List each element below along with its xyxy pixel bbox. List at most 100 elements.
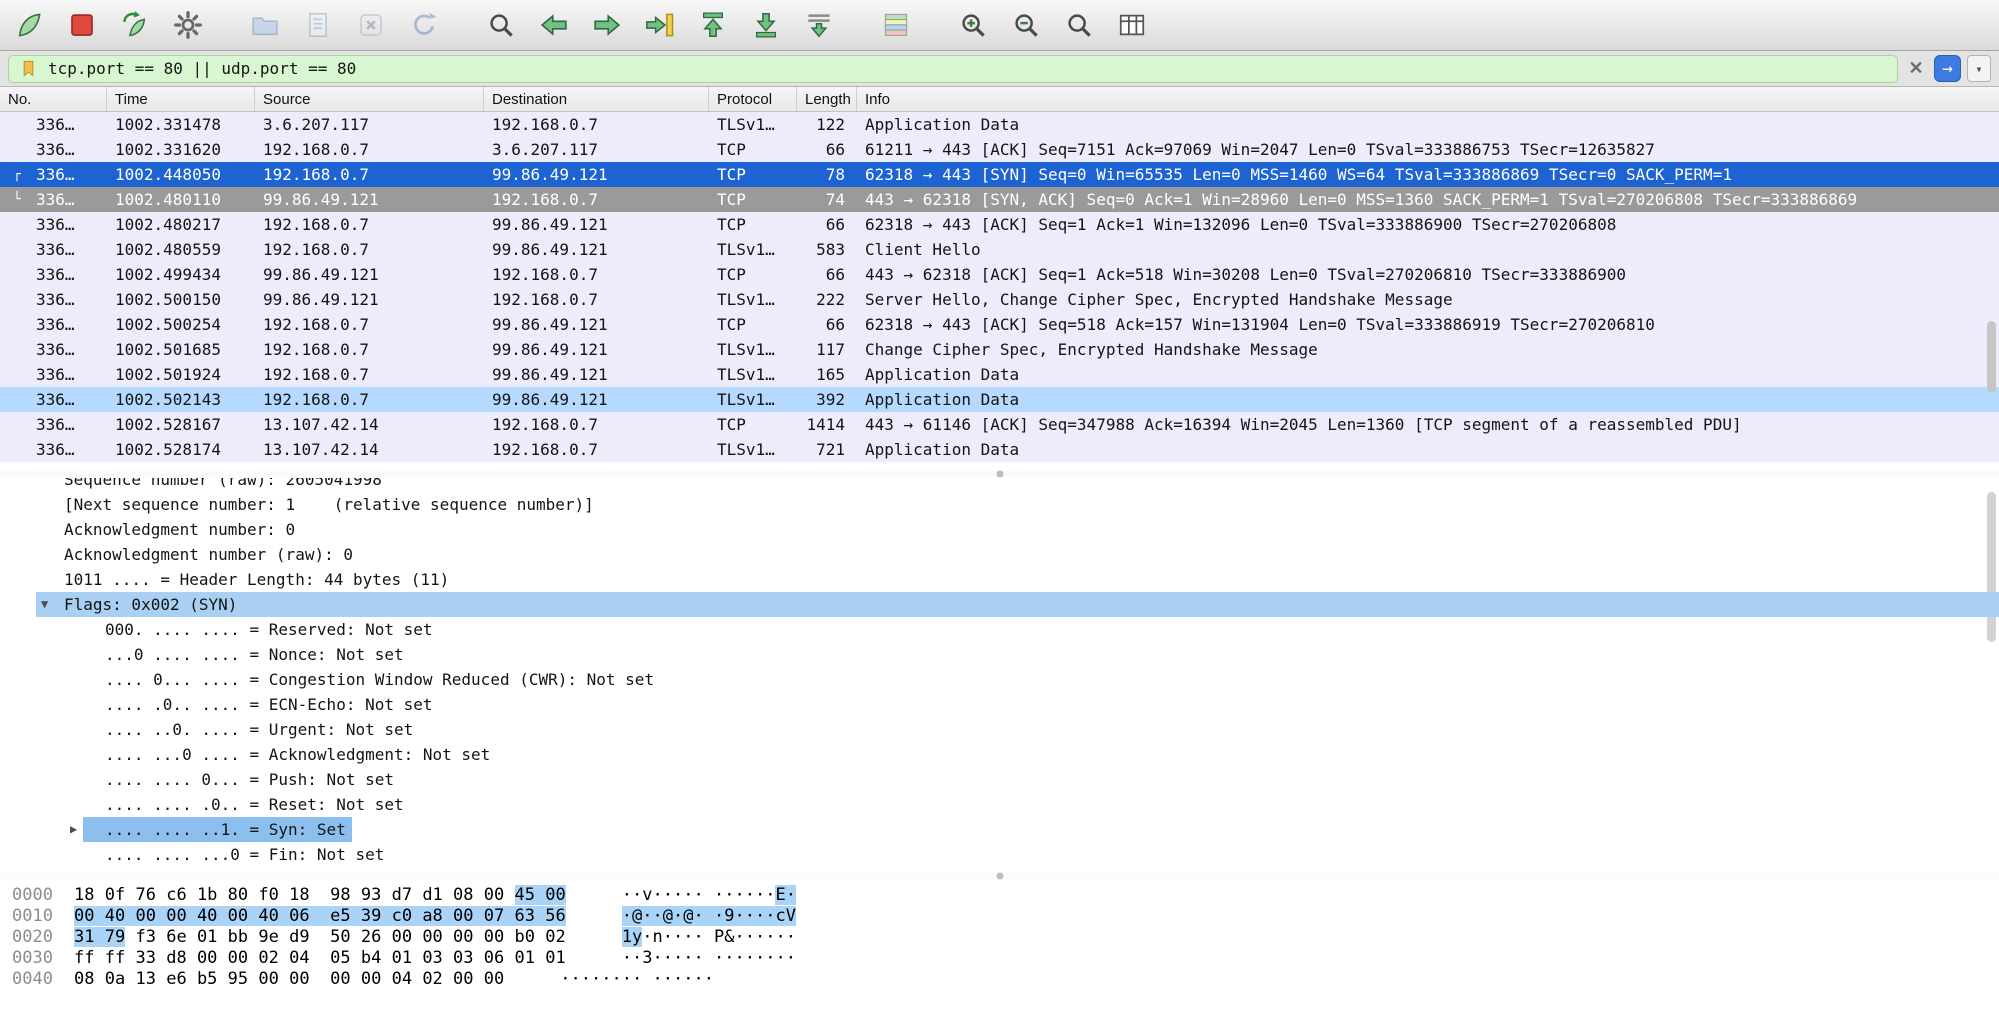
collapse-arrow-icon[interactable]: ▼ bbox=[41, 592, 48, 617]
hex-offset: 0010 bbox=[0, 906, 74, 927]
packet-cell-len: 66 bbox=[797, 262, 857, 287]
packet-row[interactable]: 336…1002.501924192.168.0.799.86.49.121TL… bbox=[0, 362, 1999, 387]
packet-row[interactable]: 336…1002.52816713.107.42.14192.168.0.7TC… bbox=[0, 412, 1999, 437]
go-forward-button[interactable] bbox=[586, 4, 628, 46]
packet-cell-dst: 192.168.0.7 bbox=[484, 287, 709, 312]
packet-cell-info: 62318 → 443 [ACK] Seq=1 Ack=1 Win=132096… bbox=[857, 212, 1999, 237]
column-header-no[interactable]: No. bbox=[0, 87, 107, 111]
open-capture-file-button[interactable] bbox=[244, 4, 286, 46]
auto-scroll-button[interactable] bbox=[798, 4, 840, 46]
hex-bytes: 31 79 f3 6e 01 bb 9e d9 50 26 00 00 00 0… bbox=[74, 927, 566, 948]
go-to-bottom-button[interactable] bbox=[745, 4, 787, 46]
go-to-top-button[interactable] bbox=[692, 4, 734, 46]
filter-bookmark-icon[interactable] bbox=[19, 59, 38, 78]
find-packet-button[interactable] bbox=[480, 4, 522, 46]
detail-field-line[interactable]: Acknowledgment number (raw): 0 bbox=[0, 542, 1999, 567]
detail-field-line[interactable]: .... 0... .... = Congestion Window Reduc… bbox=[0, 667, 1999, 692]
restart-capture-button[interactable] bbox=[114, 4, 156, 46]
packet-cell-dst: 99.86.49.121 bbox=[484, 387, 709, 412]
packet-row[interactable]: 336…1002.500254192.168.0.799.86.49.121TC… bbox=[0, 312, 1999, 337]
hex-offset: 0030 bbox=[0, 948, 74, 969]
zoom-in-button[interactable] bbox=[952, 4, 994, 46]
pane-splitter-bottom[interactable] bbox=[0, 872, 1999, 880]
detail-field-line[interactable]: ...0 .... .... = Nonce: Not set bbox=[0, 642, 1999, 667]
capture-options-button[interactable] bbox=[167, 4, 209, 46]
packet-row[interactable]: 336…1002.480559192.168.0.799.86.49.121TL… bbox=[0, 237, 1999, 262]
start-capture-button[interactable] bbox=[8, 4, 50, 46]
packet-list-scrollbar-thumb[interactable] bbox=[1987, 321, 1996, 393]
detail-field-line[interactable]: .... .... ...0 = Fin: Not set bbox=[0, 842, 1999, 867]
detail-field-line[interactable]: .... ..0. .... = Urgent: Not set bbox=[0, 717, 1999, 742]
detail-field-line[interactable]: .... ...0 .... = Acknowledgment: Not set bbox=[0, 742, 1999, 767]
packet-row[interactable]: 336…1002.502143192.168.0.799.86.49.121TL… bbox=[0, 387, 1999, 412]
packet-row[interactable]: 336…1002.501685192.168.0.799.86.49.121TL… bbox=[0, 337, 1999, 362]
pane-splitter-top[interactable] bbox=[0, 470, 1999, 478]
detail-field-line[interactable]: ▼Flags: 0x002 (SYN) bbox=[0, 592, 1999, 617]
display-filter-input[interactable]: tcp.port == 80 || udp.port == 80 bbox=[8, 55, 1898, 83]
restart-fin-icon bbox=[120, 10, 150, 40]
packet-cell-no: 336… bbox=[0, 262, 107, 287]
detail-field-line[interactable]: 1011 .... = Header Length: 44 bytes (11) bbox=[0, 567, 1999, 592]
packet-cell-info: Application Data bbox=[857, 387, 1999, 412]
main-toolbar bbox=[0, 0, 1999, 51]
packet-cell-src: 192.168.0.7 bbox=[255, 237, 484, 262]
go-to-packet-button[interactable] bbox=[639, 4, 681, 46]
packet-cell-len: 66 bbox=[797, 212, 857, 237]
detail-field-line[interactable]: .... .... 0... = Push: Not set bbox=[0, 767, 1999, 792]
clear-filter-button[interactable]: ✕ bbox=[1904, 55, 1928, 83]
packet-cell-src: 192.168.0.7 bbox=[255, 337, 484, 362]
packet-row[interactable]: 336…1002.480217192.168.0.799.86.49.121TC… bbox=[0, 212, 1999, 237]
arrow-bottom-icon bbox=[751, 10, 781, 40]
packet-cell-len: 78 bbox=[797, 162, 857, 187]
stop-capture-button[interactable] bbox=[61, 4, 103, 46]
packet-cell-no: 336… bbox=[0, 137, 107, 162]
save-capture-file-button[interactable] bbox=[297, 4, 339, 46]
packet-row[interactable]: 336…1002.49943499.86.49.121192.168.0.7TC… bbox=[0, 262, 1999, 287]
zoom-reset-button[interactable] bbox=[1058, 4, 1100, 46]
packet-cell-no: 336… bbox=[0, 387, 107, 412]
packet-row[interactable]: ┌336…1002.448050192.168.0.799.86.49.121T… bbox=[0, 162, 1999, 187]
detail-field-line[interactable]: Acknowledgment number: 0 bbox=[0, 517, 1999, 542]
packet-cell-time: 1002.480559 bbox=[107, 237, 255, 262]
detail-field-line[interactable]: 000. .... .... = Reserved: Not set bbox=[0, 617, 1999, 642]
detail-field-line[interactable]: ▶.... .... ..1. = Syn: Set bbox=[0, 817, 1999, 842]
packet-cell-src: 192.168.0.7 bbox=[255, 137, 484, 162]
packet-row[interactable]: 336…1002.52817413.107.42.14192.168.0.7TL… bbox=[0, 437, 1999, 462]
packet-row[interactable]: 336…1002.331620192.168.0.73.6.207.117TCP… bbox=[0, 137, 1999, 162]
expand-arrow-icon[interactable]: ▶ bbox=[70, 817, 77, 842]
column-header-info[interactable]: Info bbox=[857, 87, 1999, 111]
arrow-left-icon bbox=[539, 10, 569, 40]
filter-history-dropdown-button[interactable]: ▾ bbox=[1967, 55, 1991, 82]
packet-row[interactable]: 336…1002.50015099.86.49.121192.168.0.7TL… bbox=[0, 287, 1999, 312]
resize-columns-button[interactable] bbox=[1111, 4, 1153, 46]
detail-field-line[interactable]: .... .0.. .... = ECN-Echo: Not set bbox=[0, 692, 1999, 717]
packet-row[interactable]: └336…1002.48011099.86.49.121192.168.0.7T… bbox=[0, 187, 1999, 212]
detail-field-line[interactable]: .... .... .0.. = Reset: Not set bbox=[0, 792, 1999, 817]
hex-row[interactable]: 004008 0a 13 e6 b5 95 00 00 00 00 04 02 … bbox=[0, 969, 1999, 990]
column-header-src[interactable]: Source bbox=[255, 87, 484, 111]
packet-row[interactable]: 336…1002.3314783.6.207.117192.168.0.7TLS… bbox=[0, 112, 1999, 137]
detail-field-line[interactable]: [Next sequence number: 1 (relative seque… bbox=[0, 492, 1999, 517]
hex-row[interactable]: 002031 79 f3 6e 01 bb 9e d9 50 26 00 00 … bbox=[0, 927, 1999, 948]
column-header-dst[interactable]: Destination bbox=[484, 87, 709, 111]
reload-capture-file-button[interactable] bbox=[403, 4, 445, 46]
column-header-len[interactable]: Length bbox=[797, 87, 857, 111]
packet-cell-info: 61211 → 443 [ACK] Seq=7151 Ack=97069 Win… bbox=[857, 137, 1999, 162]
hex-row[interactable]: 001000 40 00 00 40 00 40 06 e5 39 c0 a8 … bbox=[0, 906, 1999, 927]
apply-filter-button[interactable]: → bbox=[1934, 55, 1961, 82]
hex-row[interactable]: 0030ff ff 33 d8 00 00 02 04 05 b4 01 03 … bbox=[0, 948, 1999, 969]
packet-cell-no: └336… bbox=[0, 187, 107, 212]
packet-cell-src: 13.107.42.14 bbox=[255, 412, 484, 437]
packet-cell-no: 336… bbox=[0, 237, 107, 262]
column-header-proto[interactable]: Protocol bbox=[709, 87, 797, 111]
zoom-out-button[interactable] bbox=[1005, 4, 1047, 46]
packet-cell-len: 165 bbox=[797, 362, 857, 387]
column-header-time[interactable]: Time bbox=[107, 87, 255, 111]
detail-field-line[interactable]: Sequence number (raw): 2605041998 bbox=[0, 478, 1999, 492]
go-back-button[interactable] bbox=[533, 4, 575, 46]
colorize-packets-button[interactable] bbox=[875, 4, 917, 46]
hex-row[interactable]: 000018 0f 76 c6 1b 80 f0 18 98 93 d7 d1 … bbox=[0, 885, 1999, 906]
packet-cell-info: 443 → 62318 [ACK] Seq=1 Ack=518 Win=3020… bbox=[857, 262, 1999, 287]
close-capture-file-button[interactable] bbox=[350, 4, 392, 46]
packet-cell-len: 74 bbox=[797, 187, 857, 212]
